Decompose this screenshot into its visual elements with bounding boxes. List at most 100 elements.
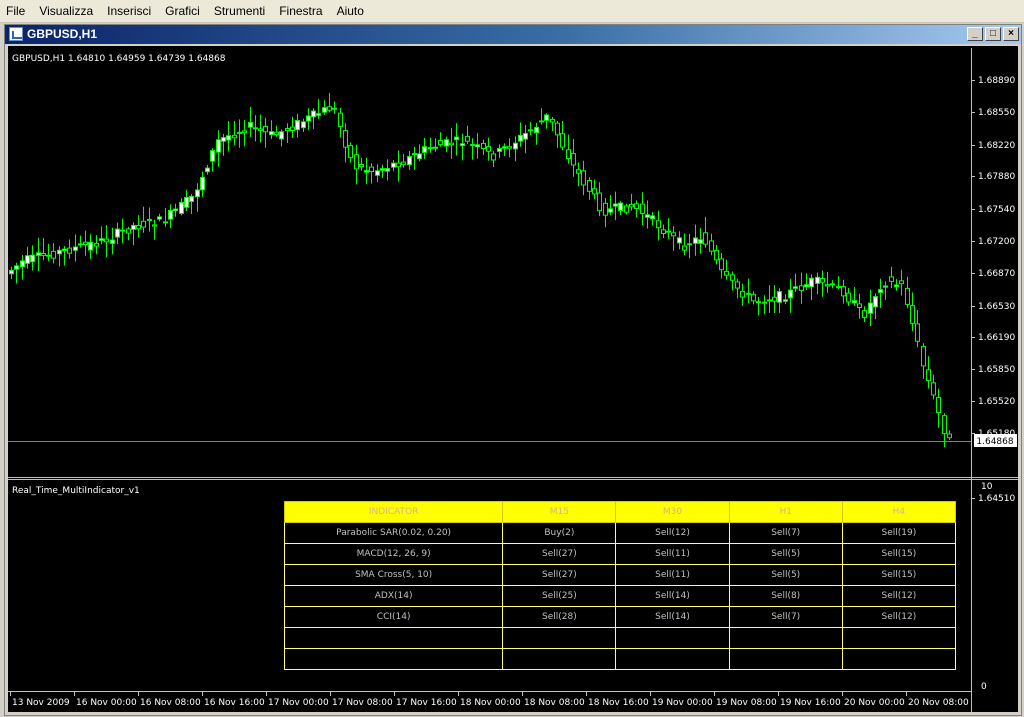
candle-body <box>168 209 173 220</box>
signal-cell: Sell(28) <box>502 606 617 628</box>
candle-body <box>634 203 639 210</box>
candle-body <box>788 289 793 299</box>
signal-cell <box>728 627 843 649</box>
candle-body <box>316 113 321 116</box>
candle-body <box>184 197 189 208</box>
candle-body <box>603 202 608 216</box>
signal-cell: Sell(14) <box>615 585 730 607</box>
candle-body <box>799 285 804 291</box>
signal-cell <box>728 648 843 670</box>
candle-body <box>216 139 221 153</box>
candle-body <box>136 225 141 230</box>
candle-body <box>624 205 629 213</box>
candle-body <box>401 161 406 165</box>
price-label: 1.68550 <box>978 108 1015 118</box>
candle-body <box>751 293 756 302</box>
candle-body <box>571 153 576 166</box>
candle-body <box>200 176 205 191</box>
signal-cell: Sell(5) <box>728 564 843 586</box>
candle-body <box>523 132 528 140</box>
menu-file[interactable]: File <box>0 1 33 21</box>
candle-body <box>422 146 427 153</box>
candle-body <box>173 208 178 212</box>
candle-body <box>491 153 496 161</box>
candle-body <box>693 237 698 244</box>
time-label: 17 Nov 08:00 <box>332 698 393 708</box>
candle-body <box>30 254 35 263</box>
price-label: 1.64510 <box>978 494 1015 504</box>
candle-body <box>359 164 364 168</box>
menu-aiuto[interactable]: Aiuto <box>331 1 372 21</box>
candle-body <box>777 291 782 303</box>
candle-body <box>338 112 343 128</box>
signal-cell: Sell(11) <box>615 543 730 565</box>
chart-area[interactable]: 1.68890 1.68550 1.68220 1.67880 1.67540 1.672… <box>8 46 1018 712</box>
candle-body <box>677 237 682 244</box>
signal-cell <box>502 627 617 649</box>
candle-body <box>269 131 274 136</box>
candle-body <box>497 148 502 152</box>
candle-body <box>322 107 327 113</box>
table-row <box>283 627 957 649</box>
table-header-h4: H4 <box>841 501 957 523</box>
candle-body <box>714 249 719 261</box>
candle-body <box>364 170 369 173</box>
maximize-button[interactable]: □ <box>985 27 1001 41</box>
price-label: 1.68220 <box>978 141 1015 151</box>
menu-grafici[interactable]: Grafici <box>159 1 208 21</box>
signal-cell: Sell(8) <box>728 585 843 607</box>
minimize-button[interactable]: _ <box>967 27 983 41</box>
menu-visualizza[interactable]: Visualizza <box>33 1 101 21</box>
candle-body <box>740 290 745 298</box>
menu-finestra[interactable]: Finestra <box>273 1 330 21</box>
signal-cell: Sell(5) <box>728 543 843 565</box>
candle-body <box>332 107 337 110</box>
candle-body <box>507 146 512 149</box>
candle-body <box>608 208 613 213</box>
candle-body <box>868 302 873 314</box>
candle-body <box>9 269 14 275</box>
candle-body <box>661 229 666 235</box>
candle-body <box>78 243 83 246</box>
menu-strumenti[interactable]: Strumenti <box>208 1 273 21</box>
candle-body <box>560 133 565 148</box>
indicator-name-cell: CCI(14) <box>283 606 504 628</box>
candle-body <box>343 130 348 148</box>
window-titlebar[interactable]: GBPUSD,H1 _ □ × <box>5 25 1021 44</box>
time-label: 19 Nov 08:00 <box>716 698 777 708</box>
candle-body <box>152 224 157 227</box>
candle-body <box>862 310 867 318</box>
candle-body <box>899 280 904 285</box>
candle-body <box>576 169 581 174</box>
candle-body <box>295 120 300 131</box>
candle-body <box>36 252 41 256</box>
candle-body <box>613 203 618 207</box>
menu-inserisci[interactable]: Inserisci <box>101 1 159 21</box>
candle-body <box>147 218 152 221</box>
close-button[interactable]: × <box>1003 27 1019 41</box>
candle-body <box>131 224 136 230</box>
candle-body <box>703 232 708 245</box>
candle-body <box>921 345 926 367</box>
signal-cell: Buy(2) <box>502 522 617 544</box>
chart-window: GBPUSD,H1 _ □ × 1.68890 1.68550 1.68220 1.6… <box>4 24 1022 716</box>
candle-body <box>57 249 62 255</box>
candle-body <box>666 230 671 233</box>
candle-body <box>772 296 777 302</box>
indicator-name-cell <box>283 648 504 670</box>
candle-body <box>470 143 475 146</box>
candle-body <box>857 303 862 308</box>
price-label: 1.68890 <box>978 76 1015 86</box>
candle-body <box>793 286 798 289</box>
candle-body <box>311 110 316 118</box>
candle-body <box>454 136 459 141</box>
time-label: 18 Nov 00:00 <box>460 698 521 708</box>
candle-body <box>544 114 549 121</box>
chart-info-text: GBPUSD,H1 1.64810 1.64959 1.64739 1.6486… <box>12 54 226 64</box>
candle-body <box>528 129 533 132</box>
signal-cell <box>502 648 617 670</box>
candle-body <box>618 202 623 212</box>
candle-body <box>905 287 910 305</box>
table-row: Parabolic SAR(0.02, 0.20) Buy(2) Sell(12) S… <box>283 522 957 544</box>
table-row <box>283 648 957 670</box>
